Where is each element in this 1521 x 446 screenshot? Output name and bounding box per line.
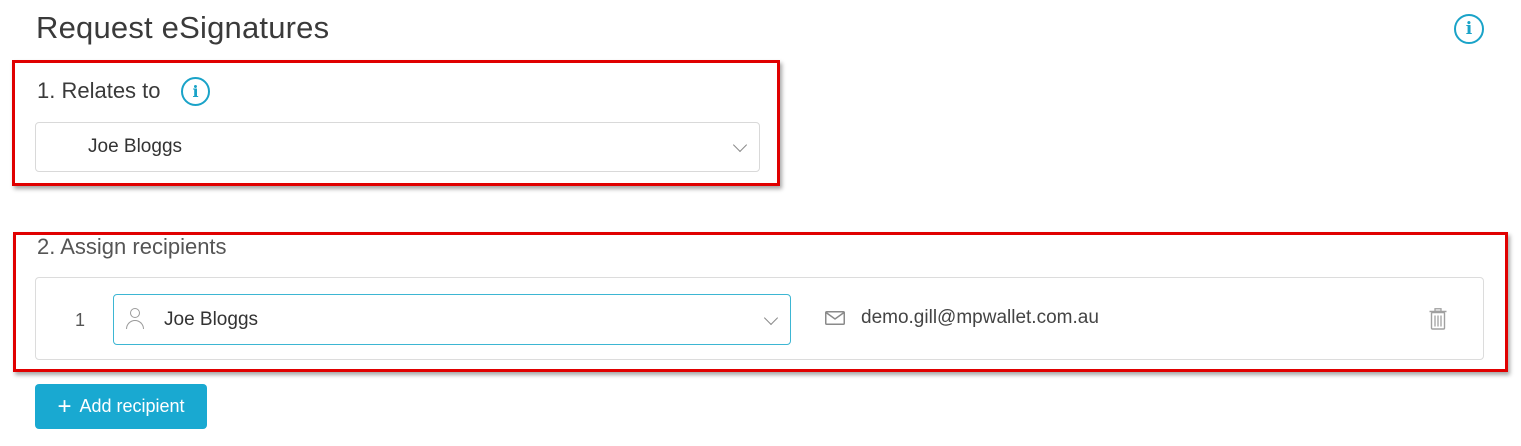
recipient-email-display: demo.gill@mpwallet.com.au [825,307,1099,329]
recipients-panel: 1 Joe Bloggs demo.gill@mpwallet.com.au [35,277,1484,360]
page-title: Request eSignatures [36,10,330,45]
recipient-number: 1 [75,310,86,330]
mail-icon [825,311,845,325]
relates-to-selected-value: Joe Bloggs [88,136,183,157]
relates-to-select[interactable]: Joe Bloggs [35,122,760,172]
recipient-select[interactable]: Joe Bloggs [113,294,791,345]
person-icon [126,308,144,330]
request-esignatures-page: Request eSignatures i 1. Relates to i Jo… [0,0,1521,446]
chevron-down-icon [732,137,748,153]
add-recipient-button[interactable]: + Add recipient [35,384,207,429]
recipient-name: Joe Bloggs [164,308,259,330]
assign-recipients-label: 2. Assign recipients [37,234,227,259]
trash-icon[interactable] [1429,308,1447,330]
relates-to-label: 1. Relates to [37,78,161,103]
plus-icon: + [57,392,72,420]
chevron-down-icon [763,310,779,325]
info-icon[interactable]: i [1454,14,1484,44]
recipient-email: demo.gill@mpwallet.com.au [861,307,1099,328]
relates-to-info-icon[interactable]: i [181,77,210,106]
add-recipient-label: Add recipient [79,396,185,416]
